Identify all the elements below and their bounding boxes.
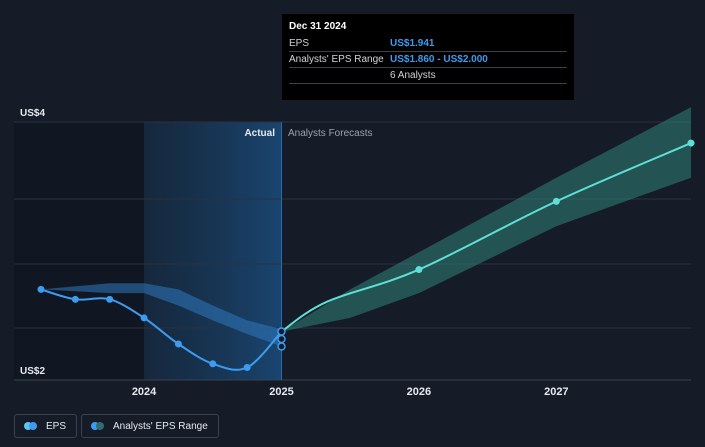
x-tick-label-0: 2024 (132, 386, 157, 398)
series-0-point-5 (209, 360, 217, 368)
series-0-point-2 (106, 295, 114, 303)
series-1-point-2 (415, 266, 423, 274)
legend-label-eps-range: Analysts' EPS Range (113, 420, 208, 432)
actual-label: Actual (244, 128, 275, 139)
tooltip-analysts-count: 6 Analysts (390, 70, 436, 81)
series-0-point-3 (140, 314, 148, 322)
tooltip-analysts-row: 6 Analysts (289, 68, 567, 84)
forecast-label: Analysts Forecasts (288, 128, 372, 139)
eps-swatch-icon (24, 422, 38, 430)
tooltip-eps-label: EPS (289, 38, 310, 49)
highlight-marker-2 (277, 342, 286, 351)
x-tick-label-3: 2027 (544, 386, 568, 398)
series-1-point-4 (687, 139, 695, 147)
tooltip: Dec 31 2024 EPS US$1.941 Analysts' EPS R… (282, 14, 574, 100)
tooltip-range-row: Analysts' EPS Range US$1.860 - US$2.000 (289, 52, 567, 68)
tooltip-range-value: US$1.860 - US$2.000 (390, 54, 488, 65)
legend-item-eps[interactable]: EPS (14, 414, 78, 438)
series-0-point-4 (174, 340, 182, 348)
tooltip-eps-value: US$1.941 (390, 38, 435, 49)
series-0-point-6 (243, 364, 251, 372)
highlight-marker-0 (277, 327, 286, 336)
tooltip-date: Dec 31 2024 (289, 21, 347, 32)
series-0-point-1 (71, 295, 79, 303)
forecast-eps-range-band (281, 107, 691, 332)
highlight-marker-1 (277, 334, 286, 344)
series-1-point-3 (552, 197, 560, 205)
legend-item-eps-range[interactable]: Analysts' EPS Range (81, 414, 219, 438)
tooltip-range-label: Analysts' EPS Range (289, 54, 384, 65)
eps-range-swatch-icon (91, 422, 105, 430)
x-tick-label-1: 2025 (269, 386, 293, 398)
y-axis-top-label: US$4 (20, 108, 45, 119)
past-region-bg (14, 122, 145, 380)
highlight-region (144, 122, 282, 380)
legend: EPS Analysts' EPS Range (14, 414, 219, 438)
legend-label-eps: EPS (46, 420, 67, 432)
series-0-point-0 (37, 285, 45, 293)
tooltip-eps-row: EPS US$1.941 (289, 36, 567, 52)
x-tick-label-2: 2026 (407, 386, 431, 398)
y-axis-bottom-label: US$2 (20, 366, 45, 377)
